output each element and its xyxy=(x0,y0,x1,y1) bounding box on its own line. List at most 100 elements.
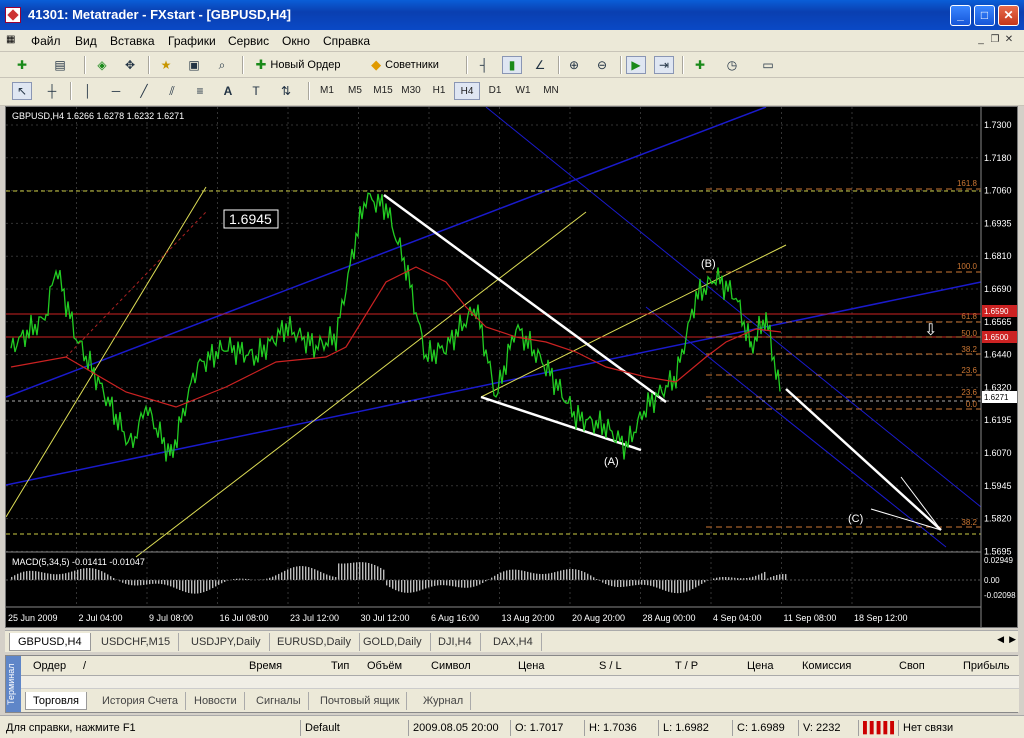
text-label-icon[interactable]: T xyxy=(246,82,266,100)
chart-tab-6[interactable]: DAX,H4 xyxy=(485,633,542,651)
new-chart-icon[interactable]: ✚ xyxy=(12,56,32,74)
tf-m30[interactable]: M30 xyxy=(398,82,424,100)
autoscroll-icon[interactable]: ▶ xyxy=(626,56,646,74)
tf-m1[interactable]: M1 xyxy=(314,82,340,100)
mdi-minimize-icon[interactable]: _ xyxy=(974,33,988,47)
menu-file[interactable]: Файл xyxy=(31,34,61,48)
market-watch-icon[interactable]: ◈ xyxy=(92,56,112,74)
price-tick: 1.7060 xyxy=(984,186,1012,196)
close-button[interactable]: ✕ xyxy=(998,5,1019,26)
title-bar: 41301: Metatrader - FXstart - [GBPUSD,H4… xyxy=(0,0,1024,30)
menu-tools[interactable]: Сервис xyxy=(228,34,269,48)
term-tab-news[interactable]: Новости xyxy=(187,692,245,710)
menu-insert[interactable]: Вставка xyxy=(110,34,155,48)
tf-w1[interactable]: W1 xyxy=(510,82,536,100)
tab-scroll-left-icon[interactable]: ◀ xyxy=(997,634,1004,645)
term-tab-history[interactable]: История Счета xyxy=(95,692,187,710)
line-chart-icon[interactable]: ∠ xyxy=(530,56,550,74)
price-tick: 1.6195 xyxy=(984,415,1012,425)
tab-scroll-right-icon[interactable]: ▶ xyxy=(1009,634,1016,645)
price-chart[interactable]: 1.6945 GBPUSD,H4 1.6266 1.6278 1.6232 1.… xyxy=(5,106,1017,627)
time-tick: 13 Aug 20:00 xyxy=(502,613,555,623)
fib-label-161: 161.8 xyxy=(957,179,978,188)
chart-tab-1[interactable]: USDCHF,M15 xyxy=(93,633,180,651)
experts-button[interactable]: ◆ Советники xyxy=(350,55,460,75)
periods-icon[interactable]: ◷ xyxy=(722,56,742,74)
menu-window[interactable]: Окно xyxy=(282,34,310,48)
col-swap[interactable]: Своп xyxy=(899,660,925,672)
profiles-icon[interactable]: ▤ xyxy=(50,56,70,74)
indicators-icon[interactable]: ✚ xyxy=(690,56,710,74)
term-tab-signals[interactable]: Сигналы xyxy=(249,692,309,710)
chart-window-icon[interactable]: ▦ xyxy=(6,34,20,48)
maximize-button[interactable]: □ xyxy=(974,5,995,26)
tf-m15[interactable]: M15 xyxy=(370,82,396,100)
mdi-restore-icon[interactable]: ❐ xyxy=(988,33,1002,47)
horizontal-line-icon[interactable]: ─ xyxy=(106,82,126,100)
candlestick-icon[interactable]: ▮ xyxy=(502,56,522,74)
minimize-button[interactable]: _ xyxy=(950,5,971,26)
crosshair-icon[interactable]: ┼ xyxy=(42,82,62,100)
col-type[interactable]: Тип xyxy=(331,660,349,672)
col-symbol[interactable]: Символ xyxy=(431,660,471,672)
templates-icon[interactable]: ▭ xyxy=(758,56,778,74)
zoom-out-icon[interactable]: ⊖ xyxy=(592,56,612,74)
drawing-objects xyxy=(5,106,982,558)
zoom-in-icon[interactable]: ⊕ xyxy=(564,56,584,74)
chart-tab-5[interactable]: DJI,H4 xyxy=(430,633,481,651)
chart-tab-2[interactable]: USDJPY,Daily xyxy=(183,633,270,651)
new-order-button[interactable]: ✚ Новый Ордер xyxy=(250,55,346,75)
col-tp[interactable]: T / P xyxy=(675,660,698,672)
tf-mn[interactable]: MN xyxy=(538,82,564,100)
tf-h4[interactable]: H4 xyxy=(454,82,480,100)
col-volume[interactable]: Объём xyxy=(367,660,402,672)
menu-help[interactable]: Справка xyxy=(323,34,370,48)
navigator-icon[interactable]: ✥ xyxy=(120,56,140,74)
price-tick: 1.5945 xyxy=(984,481,1012,491)
fib-label-23: 23.6 xyxy=(961,366,977,375)
tf-d1[interactable]: D1 xyxy=(482,82,508,100)
macd-tick-2: 0.00 xyxy=(984,576,1000,585)
chart-tab-3[interactable]: EURUSD,Daily xyxy=(269,633,360,651)
col-sl[interactable]: S / L xyxy=(599,660,622,672)
fib-label-0: 0.0 xyxy=(966,400,978,409)
text-icon[interactable]: A xyxy=(218,82,238,100)
terminal-icon[interactable]: ▣ xyxy=(184,56,204,74)
price-tick: 1.7180 xyxy=(984,153,1012,163)
bar-chart-icon[interactable]: ┤ xyxy=(474,56,494,74)
arrows-icon[interactable]: ⇅ xyxy=(276,82,296,100)
menu-charts[interactable]: Графики xyxy=(168,34,216,48)
tester-icon[interactable]: ⌕ xyxy=(212,56,232,74)
vertical-line-icon[interactable]: │ xyxy=(78,82,98,100)
chart-tab-0[interactable]: GBPUSD,H4 xyxy=(9,633,91,651)
col-order[interactable]: Ордер xyxy=(33,660,66,672)
fib-label-38: 38.2 xyxy=(961,345,977,354)
favorites-icon[interactable]: ★ xyxy=(156,56,176,74)
col-price[interactable]: Цена xyxy=(518,660,544,672)
cursor-icon[interactable]: ↖ xyxy=(12,82,32,100)
fibonacci-icon[interactable]: ≡ xyxy=(190,82,210,100)
term-tab-mailbox[interactable]: Почтовый ящик xyxy=(313,692,408,710)
red-label-1: 1.6590 xyxy=(984,307,1009,316)
terminal-scrollbar[interactable] xyxy=(21,676,1019,689)
col-time[interactable]: Время xyxy=(249,660,282,672)
trendline-icon[interactable]: ╱ xyxy=(134,82,154,100)
chart-window[interactable]: 1.6945 GBPUSD,H4 1.6266 1.6278 1.6232 1.… xyxy=(5,106,1018,628)
term-tab-trade[interactable]: Торговля xyxy=(25,692,87,710)
col-profit[interactable]: Прибыль xyxy=(963,660,1010,672)
chart-shift-icon[interactable]: ⇥ xyxy=(654,56,674,74)
col-commission[interactable]: Комиссия xyxy=(802,660,851,672)
tf-h1[interactable]: H1 xyxy=(426,82,452,100)
channel-icon[interactable]: ⫽ xyxy=(162,82,182,100)
time-tick: 2 Jul 04:00 xyxy=(79,613,123,623)
tf-m5[interactable]: M5 xyxy=(342,82,368,100)
window-title: 41301: Metatrader - FXstart - [GBPUSD,H4… xyxy=(28,7,291,22)
term-tab-journal[interactable]: Журнал xyxy=(416,692,472,710)
time-tick: 9 Jul 08:00 xyxy=(149,613,193,623)
mdi-close-icon[interactable]: ✕ xyxy=(1002,33,1016,47)
new-order-icon: ✚ xyxy=(255,57,267,72)
chart-tab-4[interactable]: GOLD,Daily xyxy=(355,633,431,651)
col-sort[interactable]: / xyxy=(83,660,86,672)
col-price2[interactable]: Цена xyxy=(747,660,773,672)
menu-view[interactable]: Вид xyxy=(75,34,97,48)
